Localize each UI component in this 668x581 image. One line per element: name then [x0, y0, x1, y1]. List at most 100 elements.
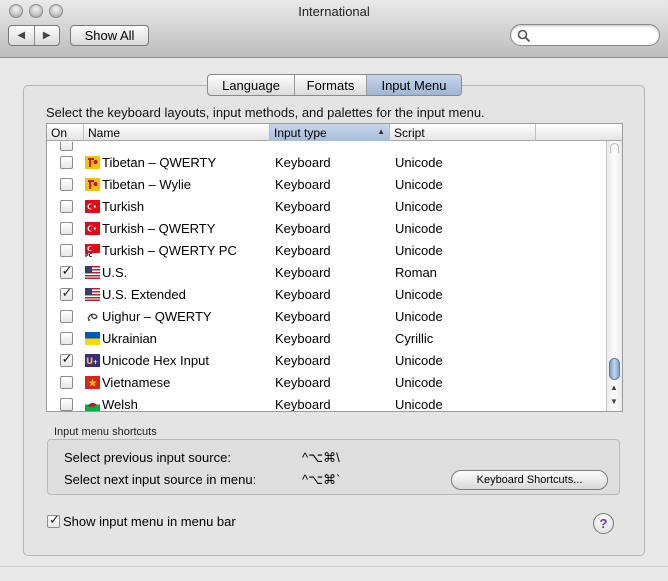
input-source-name: Turkish – QWERTY [102, 220, 216, 236]
search-icon [517, 29, 531, 43]
enable-checkbox[interactable] [59, 351, 73, 367]
enable-checkbox[interactable] [59, 309, 73, 323]
cell-input-type: Keyboard [275, 242, 331, 258]
column-header-name[interactable]: Name [84, 124, 270, 141]
enable-checkbox[interactable] [59, 331, 73, 345]
cell-input-type: Keyboard [275, 264, 331, 280]
column-header-input-type[interactable]: Input type ▲ [270, 124, 390, 141]
scroll-up-arrow-icon[interactable]: ▲ [610, 383, 618, 392]
enable-checkbox[interactable] [59, 375, 73, 389]
cell-on [47, 351, 85, 367]
input-source-name: Ukrainian [102, 330, 157, 346]
show-all-button[interactable]: Show All [70, 25, 149, 46]
input-source-name: Vietnamese [102, 374, 171, 390]
cell-name: PC Turkish – QWERTY PC [85, 243, 275, 258]
table-row[interactable]: U.S. Extended Keyboard Unicode [47, 283, 607, 305]
enable-checkbox[interactable] [59, 199, 73, 213]
forward-arrow-icon[interactable]: ▶ [33, 26, 60, 45]
cell-on [47, 397, 85, 411]
svg-text:PC: PC [85, 253, 93, 257]
cell-input-type: Keyboard [275, 176, 331, 192]
svg-text:+: + [93, 359, 98, 366]
scroll-track-top [610, 143, 619, 153]
cell-name: Uighur – QWERTY [85, 309, 275, 324]
cell-script: Unicode [395, 198, 443, 214]
preferences-window: International ◀ ▶ Show All Language Form… [0, 0, 668, 581]
cell-script: Unicode [395, 308, 443, 324]
turkey-flag-icon [85, 199, 100, 213]
column-header-script[interactable]: Script [390, 124, 536, 141]
table-row[interactable]: Turkish – QWERTY Keyboard Unicode [47, 217, 607, 239]
next-source-label: Select next input source in menu: [64, 472, 257, 487]
cell-input-type: Keyboard [275, 374, 331, 390]
enable-checkbox[interactable] [59, 285, 73, 301]
table-row[interactable]: Welsh Keyboard Unicode [47, 393, 607, 412]
table-row[interactable]: Tibetan – QWERTY Keyboard Unicode [47, 151, 607, 173]
enable-checkbox[interactable] [59, 397, 73, 411]
cell-on [47, 221, 85, 235]
search-field[interactable] [510, 24, 660, 46]
cell-on [47, 155, 85, 169]
enable-checkbox[interactable] [59, 177, 73, 191]
table-row[interactable]: Tibetan – Wylie Keyboard Unicode [47, 173, 607, 195]
cell-script: Unicode [395, 396, 443, 412]
enable-checkbox[interactable] [59, 155, 73, 169]
table-row[interactable]: Ukrainian Keyboard Cyrillic [47, 327, 607, 349]
enable-checkbox[interactable] [59, 142, 73, 151]
cell-on [47, 285, 85, 301]
table-row[interactable]: U+Unicode Hex Input Keyboard Unicode [47, 349, 607, 371]
table-row[interactable]: Turkish Keyboard Unicode [47, 195, 607, 217]
table-row[interactable]: PC Turkish – QWERTY PC Keyboard Unicode [47, 239, 607, 261]
cell-input-type: Keyboard [275, 308, 331, 324]
shortcuts-group-title: Input menu shortcuts [54, 426, 157, 438]
table-row[interactable] [47, 142, 607, 151]
tab-input-menu[interactable]: Input Menu [366, 75, 461, 95]
cell-on [47, 142, 85, 151]
help-button[interactable]: ? [593, 513, 614, 534]
keyboard-shortcuts-button[interactable]: Keyboard Shortcuts... [451, 470, 608, 490]
input-source-name: Tibetan – QWERTY [102, 154, 217, 170]
cell-input-type: Keyboard [275, 352, 331, 368]
column-header-filler [536, 124, 622, 141]
cell-on [47, 177, 85, 191]
enable-checkbox[interactable] [59, 243, 73, 257]
input-source-name: U.S. Extended [102, 286, 186, 302]
table-header: On Name Input type ▲ Script [47, 124, 622, 141]
table-body: Tibetan – QWERTY Keyboard Unicode Tibetan –… [47, 142, 607, 412]
back-arrow-icon[interactable]: ◀ [9, 26, 34, 45]
input-source-name: Tibetan – Wylie [102, 176, 191, 192]
cell-script: Cyrillic [395, 330, 434, 346]
scroll-thumb[interactable] [609, 358, 620, 380]
column-header-on[interactable]: On [47, 124, 84, 141]
cell-script: Unicode [395, 352, 443, 368]
ukraine-flag-icon [85, 331, 100, 345]
enable-checkbox[interactable] [59, 263, 73, 279]
turkey-flag-icon [85, 221, 100, 235]
cell-name: Vietnamese [85, 375, 275, 390]
table-row[interactable]: Vietnamese Keyboard Unicode [47, 371, 607, 393]
table-row[interactable]: U.S. Keyboard Roman [47, 261, 607, 283]
input-source-name: Unicode Hex Input [102, 352, 209, 368]
tab-bar: Language Formats Input Menu [207, 74, 462, 96]
tab-formats[interactable]: Formats [294, 75, 366, 95]
input-source-name: Uighur – QWERTY [102, 308, 212, 324]
cell-script: Unicode [395, 220, 443, 236]
scroll-down-arrow-icon[interactable]: ▼ [610, 397, 618, 406]
cell-input-type: Keyboard [275, 396, 331, 412]
cell-script: Unicode [395, 374, 443, 390]
unicode-flag-icon: U + [85, 353, 100, 367]
cell-name: Ukrainian [85, 331, 275, 346]
cell-name: U.S. Extended [85, 287, 275, 302]
wales-flag-icon [85, 397, 100, 411]
table-vertical-scrollbar[interactable]: ▲ ▼ [606, 141, 622, 411]
cell-name: Welsh [85, 397, 275, 411]
previous-source-label: Select previous input source: [64, 450, 231, 465]
enable-checkbox[interactable] [59, 221, 73, 235]
show-input-menu-option[interactable]: Show input menu in menu bar [47, 512, 236, 529]
cell-on [47, 331, 85, 345]
cell-input-type: Keyboard [275, 286, 331, 302]
show-input-menu-checkbox[interactable] [47, 512, 60, 528]
table-row[interactable]: Uighur – QWERTY Keyboard Unicode [47, 305, 607, 327]
window-title: International [298, 4, 370, 19]
tab-language[interactable]: Language [208, 75, 294, 95]
